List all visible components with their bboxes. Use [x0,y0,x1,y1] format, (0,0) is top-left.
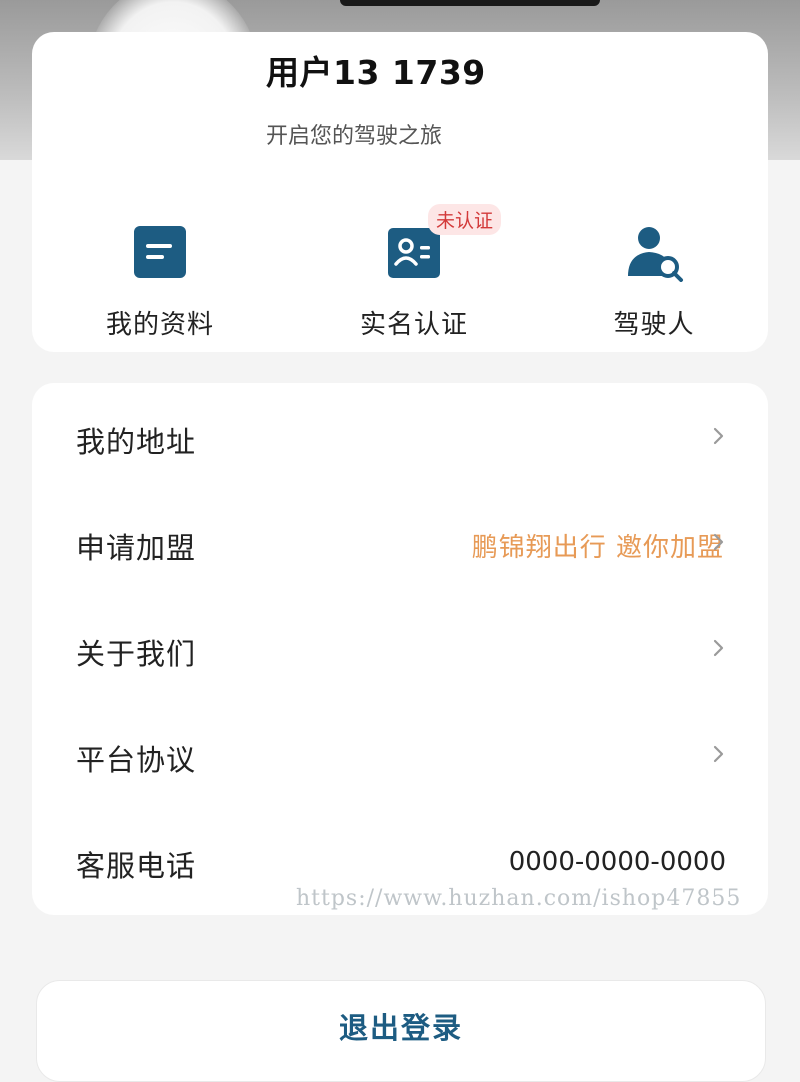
menu-item-label: 关于我们 [76,637,197,671]
chevron-right-icon [713,745,724,763]
service-phone: 0000-0000-0000 [508,847,726,877]
menu-item-join[interactable]: 申请加盟 鹏锦翔出行 邀你加盟 [32,509,768,579]
menu-item-agreement[interactable]: 平台协议 [32,721,768,791]
quick-action-real-name[interactable]: 实名认证 [314,222,514,341]
quick-action-label: 实名认证 [359,310,468,340]
menu-card: 我的地址 申请加盟 鹏锦翔出行 邀你加盟 关于我们 平台协议 客服电话 0000… [32,383,768,915]
profile-card: 用户13 1739 开启您的驾驶之旅 我的资料 实名认证 未认证 驾驶人 [32,32,768,352]
menu-item-label: 申请加盟 [76,531,197,565]
profile-subtitle: 开启您的驾驶之旅 [266,124,443,149]
quick-action-my-profile[interactable]: 我的资料 [60,222,260,341]
menu-item-label: 平台协议 [76,743,197,777]
driver-search-icon [628,227,683,282]
logout-label: 退出登录 [338,1011,463,1045]
menu-item-about[interactable]: 关于我们 [32,615,768,685]
menu-item-address[interactable]: 我的地址 [32,403,768,473]
watermark: https://www.huzhan.com/ishop47855 [296,886,742,911]
menu-item-label: 客服电话 [76,849,197,883]
header-band [340,0,600,6]
profile-card-icon [134,226,186,278]
chevron-right-icon [713,533,724,551]
join-invite-text: 鹏锦翔出行 邀你加盟 [471,533,724,563]
quick-action-driver[interactable]: 驾驶人 [554,222,754,341]
menu-item-label: 我的地址 [76,425,197,459]
logout-button[interactable]: 退出登录 [36,980,766,1082]
quick-action-label: 驾驶人 [613,310,695,340]
chevron-right-icon [713,639,724,657]
username: 用户13 1739 [266,53,486,92]
verification-badge: 未认证 [428,204,502,235]
quick-action-label: 我的资料 [105,310,214,340]
chevron-right-icon [713,427,724,445]
